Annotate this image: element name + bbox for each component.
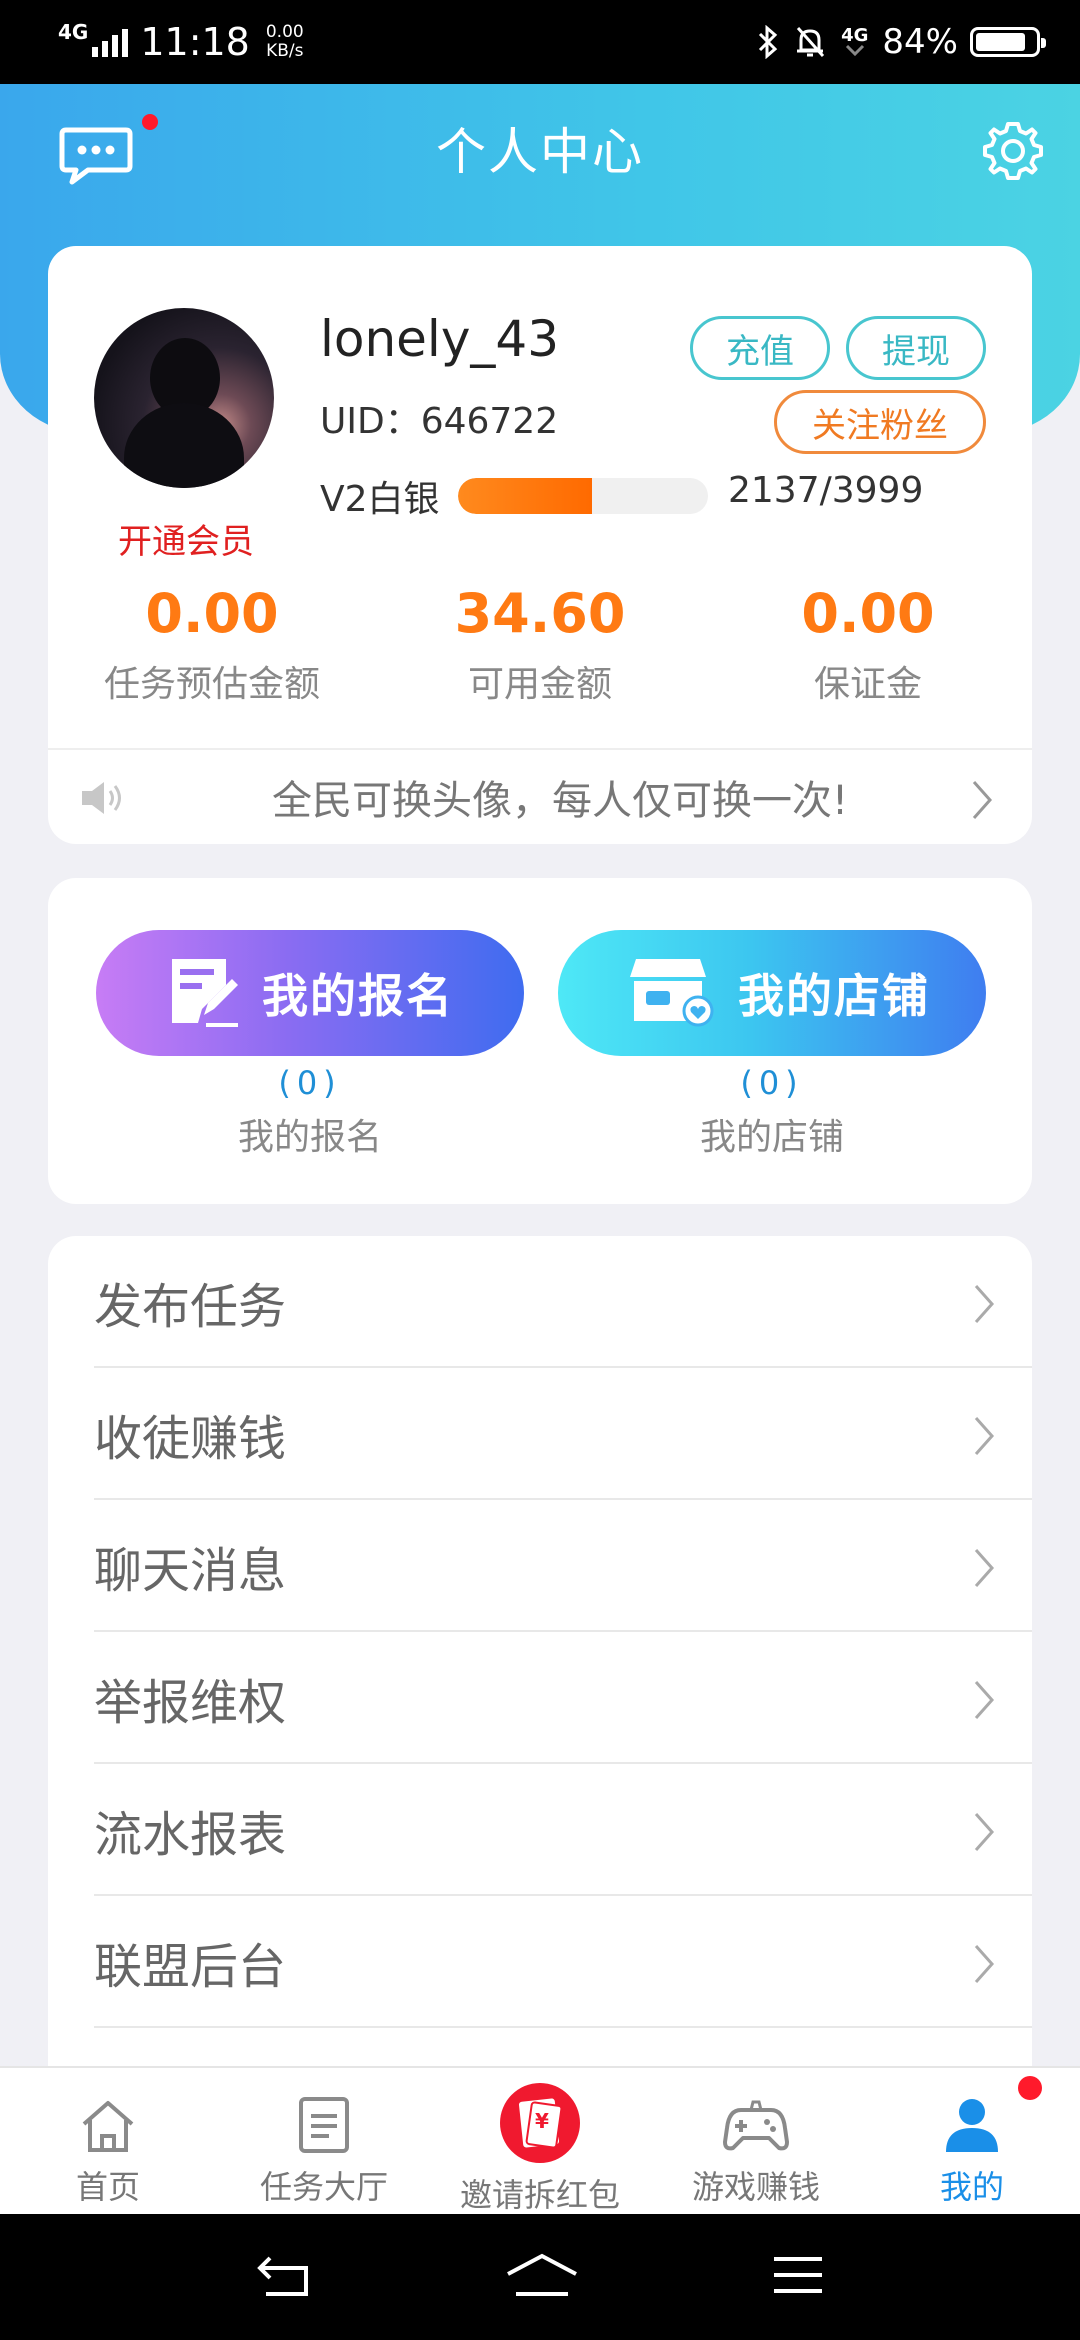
username: lonely_43 bbox=[320, 310, 560, 368]
chevron-right-icon bbox=[972, 1282, 996, 1330]
home-button-icon[interactable] bbox=[504, 2252, 580, 2302]
stat-label: 可用金额 bbox=[467, 664, 612, 706]
menu-item-report-rights[interactable]: 举报维权 bbox=[48, 1632, 1032, 1764]
chevron-right-icon bbox=[972, 1678, 996, 1726]
signup-count: (0) bbox=[278, 1064, 342, 1102]
menu-list: 发布任务 收徒赚钱 聊天消息 举报维权 流水报表 联盟后台 bbox=[48, 1236, 1032, 2116]
tab-task-hall[interactable]: 任务大厅 bbox=[216, 2068, 432, 2214]
stat-value: 34.60 bbox=[454, 582, 626, 645]
stat-deposit[interactable]: 0.00 保证金 bbox=[704, 584, 1032, 707]
signup-sub-label[interactable]: 我的报名 bbox=[96, 1108, 524, 1160]
signal-icon bbox=[92, 27, 129, 57]
net-speed: 0.00 KB/s bbox=[266, 23, 304, 61]
menu-label: 举报维权 bbox=[94, 1675, 287, 1731]
svg-text:¥: ¥ bbox=[535, 2109, 549, 2133]
message-notification-dot bbox=[142, 114, 158, 130]
speaker-icon bbox=[78, 778, 128, 818]
clock: 11:18 bbox=[140, 20, 250, 64]
follow-fans-button[interactable]: 关注粉丝 bbox=[774, 390, 986, 454]
level-count: 2137/3999 bbox=[728, 470, 924, 511]
net-speed-unit: KB/s bbox=[266, 41, 304, 61]
network-4g-icon: 4G bbox=[841, 25, 869, 56]
menu-label: 流水报表 bbox=[94, 1807, 287, 1863]
menu-lines-icon[interactable] bbox=[772, 2253, 824, 2301]
level-progress-bar bbox=[458, 478, 708, 514]
stat-value: 0.00 bbox=[801, 582, 935, 645]
menu-item-recruit-earn[interactable]: 收徒赚钱 bbox=[48, 1368, 1032, 1500]
chevron-right-icon bbox=[972, 1546, 996, 1594]
status-bar: 4G 11:18 0.00 KB/s 4G 84% bbox=[0, 0, 1080, 84]
battery-percent: 84% bbox=[882, 22, 958, 62]
tab-invite-red-envelope[interactable]: ¥ 邀请拆红包 bbox=[432, 2068, 648, 2214]
net-speed-value: 0.00 bbox=[265, 22, 304, 42]
menu-label: 发布任务 bbox=[94, 1279, 287, 1335]
stat-label: 保证金 bbox=[813, 664, 922, 706]
system-nav-bar bbox=[0, 2214, 1080, 2340]
profile-card: 开通会员 lonely_43 UID：646722 V2白银 2137/3999… bbox=[48, 246, 1032, 844]
signup-edit-icon bbox=[168, 955, 240, 1031]
page-title: 个人中心 bbox=[436, 123, 644, 181]
quick-action-card: 我的报名 我的店铺 (0) 我的报名 (0) 我的店铺 bbox=[48, 878, 1032, 1204]
recharge-button[interactable]: 充值 bbox=[690, 316, 830, 380]
my-shop-button[interactable]: 我的店铺 bbox=[558, 930, 986, 1056]
menu-item-transaction-report[interactable]: 流水报表 bbox=[48, 1764, 1032, 1896]
chat-bubble-icon[interactable] bbox=[58, 124, 134, 188]
user-id: UID：646722 bbox=[320, 401, 559, 442]
notification-dot bbox=[1018, 2076, 1042, 2100]
my-signup-button[interactable]: 我的报名 bbox=[96, 930, 524, 1056]
tab-label: 首页 bbox=[75, 2168, 140, 2206]
gear-icon[interactable] bbox=[982, 120, 1044, 182]
menu-label: 聊天消息 bbox=[94, 1543, 287, 1599]
tab-label: 邀请拆红包 bbox=[459, 2176, 620, 2214]
menu-item-alliance-admin[interactable]: 联盟后台 bbox=[48, 1896, 1032, 2028]
tab-label: 任务大厅 bbox=[259, 2168, 388, 2206]
tab-home[interactable]: 首页 bbox=[0, 2068, 216, 2214]
stat-label: 任务预估金额 bbox=[103, 664, 320, 706]
tab-game-earn[interactable]: 游戏赚钱 bbox=[648, 2068, 864, 2214]
document-icon bbox=[297, 2090, 351, 2154]
stat-value: 0.00 bbox=[145, 582, 279, 645]
tab-label: 游戏赚钱 bbox=[691, 2168, 820, 2206]
avatar[interactable] bbox=[94, 308, 274, 488]
my-signup-label: 我的报名 bbox=[262, 969, 454, 1023]
open-vip-link[interactable]: 开通会员 bbox=[106, 514, 266, 563]
chevron-right-icon bbox=[970, 778, 994, 826]
level-progress-fill bbox=[458, 478, 592, 514]
bluetooth-icon bbox=[757, 25, 779, 59]
screen: 4G 11:18 0.00 KB/s 4G 84% 个人中心 开通会员 lone… bbox=[0, 0, 1080, 2340]
balance-stats: 0.00 任务预估金额 34.60 可用金额 0.00 保证金 bbox=[48, 584, 1032, 707]
battery-icon bbox=[970, 27, 1046, 57]
divider bbox=[94, 2026, 1032, 2028]
menu-label: 联盟后台 bbox=[94, 1939, 287, 1995]
menu-item-chat-messages[interactable]: 聊天消息 bbox=[48, 1500, 1032, 1632]
back-icon[interactable] bbox=[256, 2252, 312, 2302]
chevron-right-icon bbox=[972, 1942, 996, 1990]
menu-item-publish-task[interactable]: 发布任务 bbox=[48, 1236, 1032, 1368]
withdraw-button[interactable]: 提现 bbox=[846, 316, 986, 380]
notice-bar[interactable]: 全民可换头像，每人仅可换一次! bbox=[48, 750, 1032, 844]
tab-label: 我的 bbox=[939, 2168, 1004, 2206]
bottom-tab-bar: 首页 任务大厅 ¥ 邀请拆红包 游戏赚钱 我的 bbox=[0, 2066, 1080, 2214]
my-shop-label: 我的店铺 bbox=[738, 969, 930, 1023]
shop-store-icon bbox=[630, 955, 716, 1031]
notice-text: 全民可换头像，每人仅可换一次! bbox=[271, 778, 849, 824]
home-icon bbox=[78, 2090, 138, 2154]
network-4g-label: 4G bbox=[841, 25, 869, 46]
shop-sub-label[interactable]: 我的店铺 bbox=[558, 1108, 986, 1160]
gamepad-icon bbox=[723, 2090, 789, 2154]
mute-bell-icon bbox=[793, 25, 827, 59]
network-type: 4G bbox=[58, 20, 89, 44]
chevron-right-icon bbox=[972, 1810, 996, 1858]
shop-count: (0) bbox=[740, 1064, 804, 1102]
red-envelope-icon: ¥ bbox=[495, 2082, 585, 2164]
stat-available-amount[interactable]: 34.60 可用金额 bbox=[376, 584, 704, 707]
user-icon bbox=[944, 2090, 1000, 2154]
tab-mine[interactable]: 我的 bbox=[864, 2068, 1080, 2214]
stat-estimated-task-amount[interactable]: 0.00 任务预估金额 bbox=[48, 584, 376, 707]
chevron-right-icon bbox=[972, 1414, 996, 1462]
menu-label: 收徒赚钱 bbox=[94, 1411, 287, 1467]
level-name: V2白银 bbox=[320, 479, 440, 520]
header: 个人中心 bbox=[0, 84, 1080, 212]
